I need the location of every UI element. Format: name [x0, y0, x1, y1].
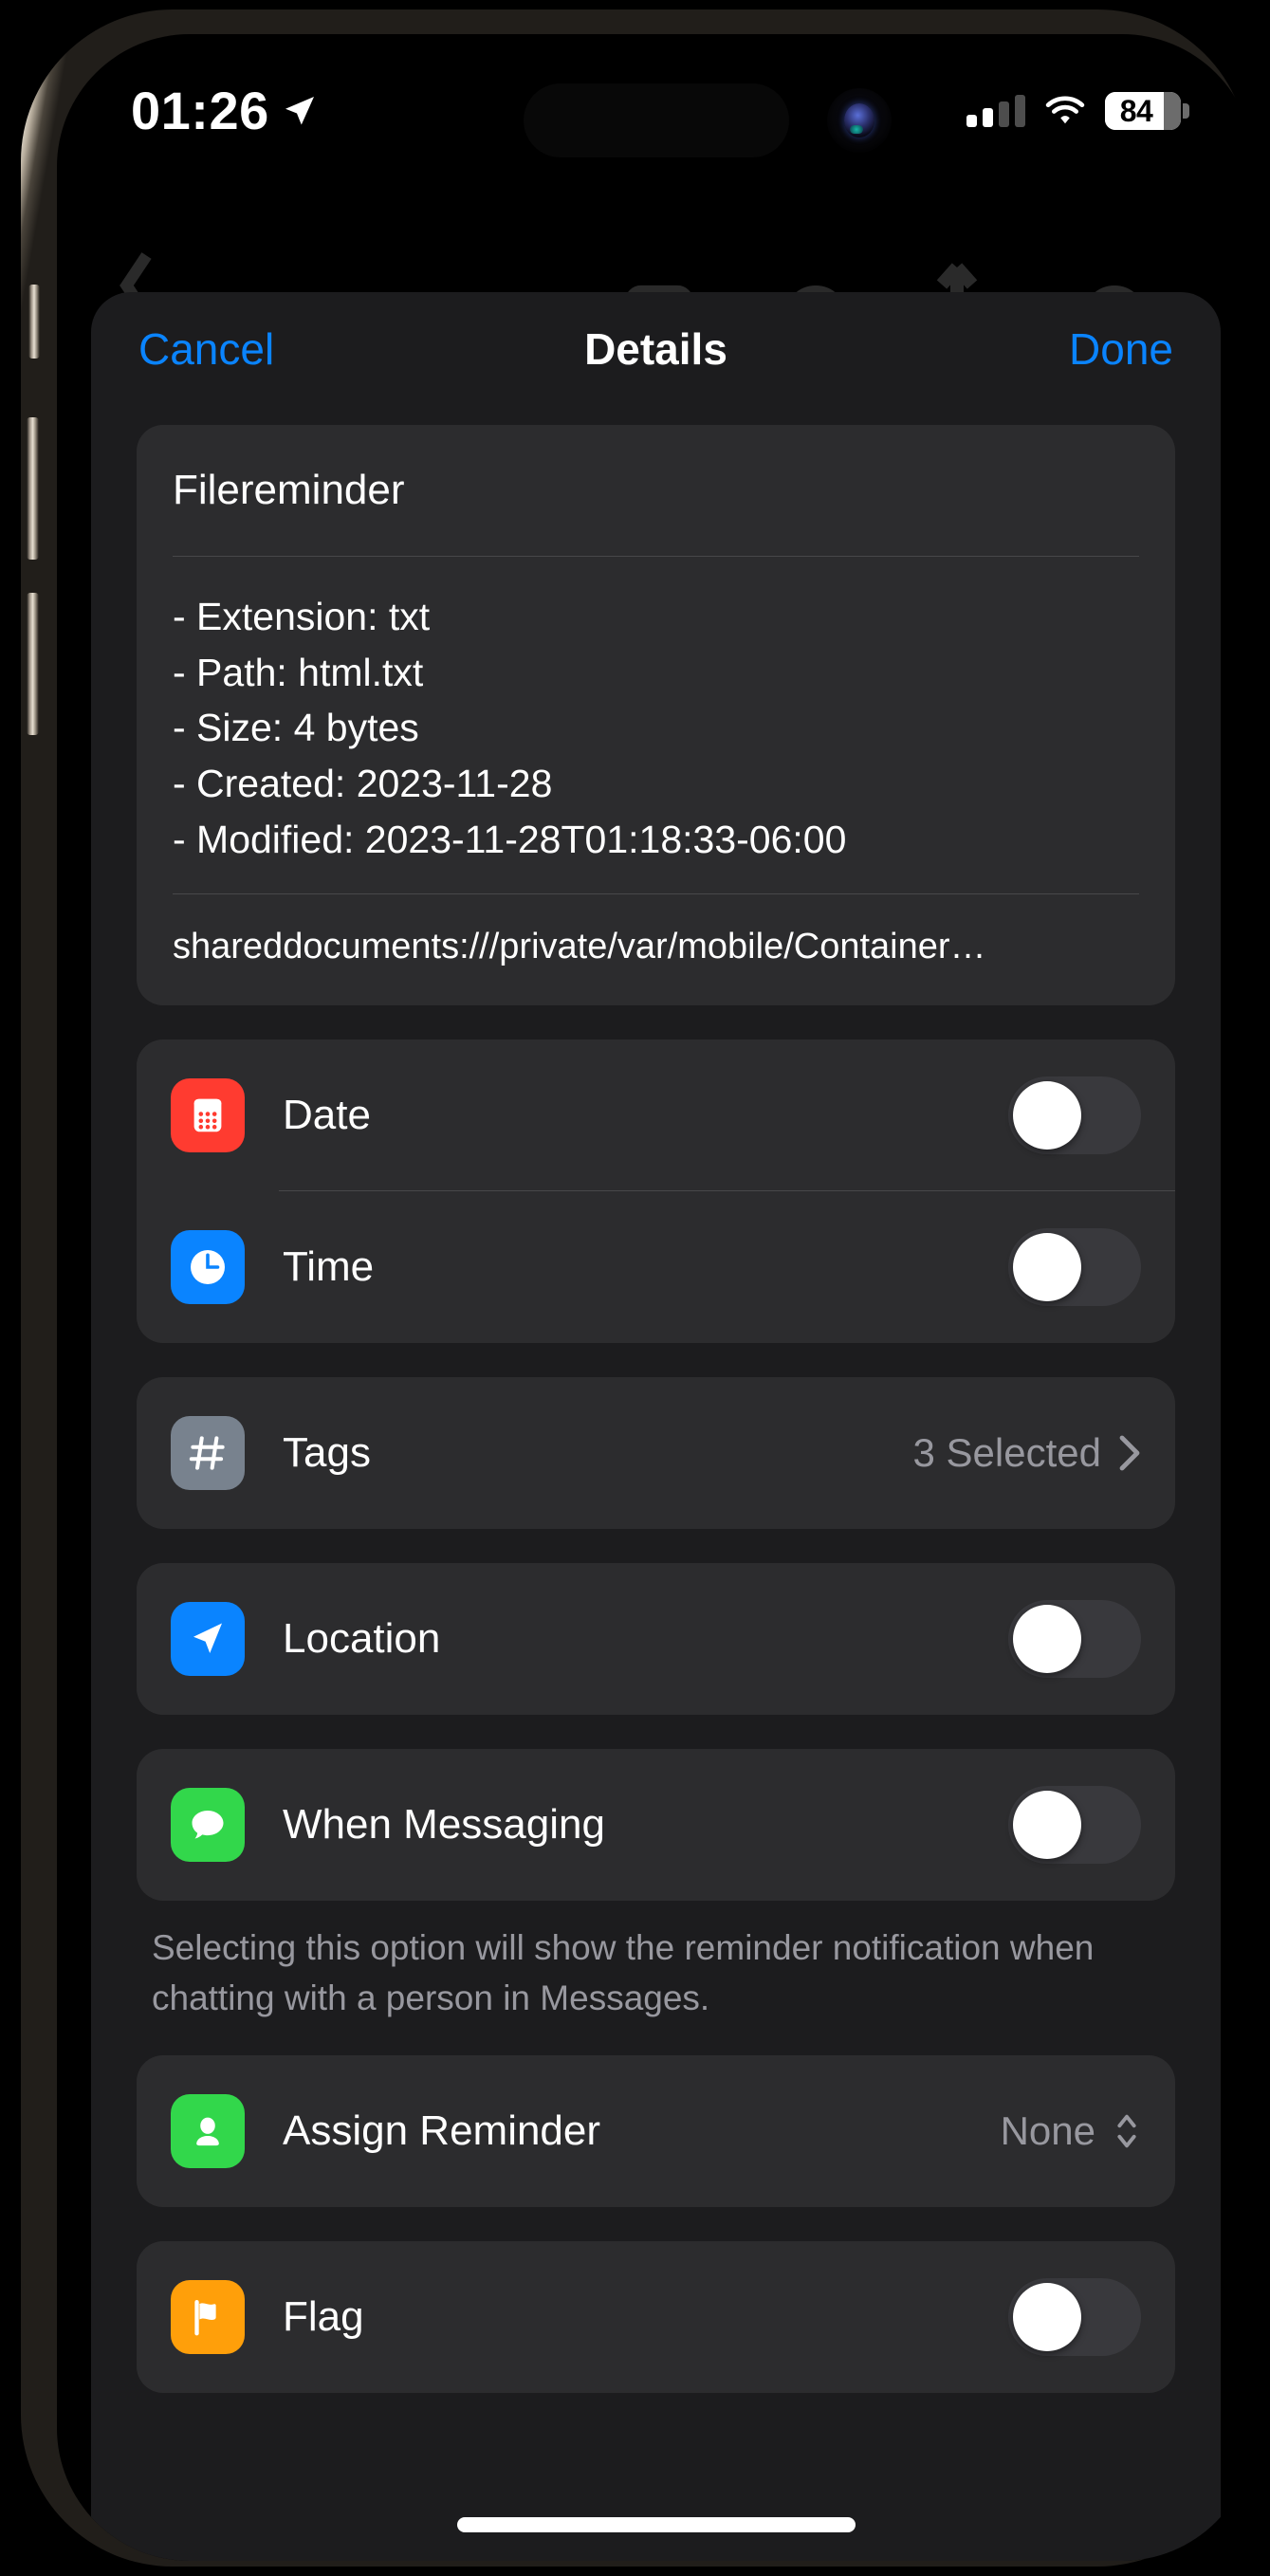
navigation-bar: Cancel Details Done [91, 292, 1221, 406]
row-label-when-messaging: When Messaging [283, 1801, 605, 1849]
row-flag[interactable]: Flag [137, 2241, 1175, 2393]
volume-up-button[interactable] [27, 417, 39, 560]
details-scroll-area: Filereminder - Extension: txt - Path: ht… [91, 425, 1221, 2394]
time-toggle[interactable] [1008, 1228, 1141, 1307]
file-info-card: Filereminder - Extension: txt - Path: ht… [137, 425, 1175, 1006]
row-label-location: Location [283, 1615, 441, 1663]
row-time[interactable]: Time [137, 1191, 1175, 1343]
cellular-signal-icon [966, 95, 1025, 127]
row-label-assign-reminder: Assign Reminder [283, 2107, 601, 2155]
row-location[interactable]: Location [137, 1563, 1175, 1715]
row-tags[interactable]: Tags 3 Selected [137, 1377, 1175, 1529]
front-camera-icon [826, 88, 892, 153]
when-messaging-card: When Messaging [137, 1749, 1175, 1902]
assign-reminder-value: None [1000, 2108, 1095, 2154]
flag-card: Flag [137, 2241, 1175, 2394]
row-label-tags: Tags [283, 1429, 371, 1477]
file-metadata-list: - Extension: txt - Path: html.txt - Size… [173, 557, 1139, 893]
hash-icon [171, 1416, 245, 1491]
status-time-group: 01:26 [131, 80, 317, 141]
up-down-chevron-icon [1117, 2114, 1136, 2148]
phone-screen: 01:26 84 Cancel Details Done Filereminde… [57, 34, 1255, 2561]
assign-reminder-card: Assign Reminder None [137, 2055, 1175, 2208]
home-indicator[interactable] [456, 2517, 856, 2532]
calendar-icon [171, 1078, 245, 1153]
location-card: Location [137, 1563, 1175, 1716]
metadata-line: - Path: html.txt [173, 650, 424, 694]
date-toggle[interactable] [1008, 1076, 1141, 1155]
row-assign-reminder[interactable]: Assign Reminder None [137, 2055, 1175, 2207]
flag-toggle[interactable] [1008, 2278, 1141, 2357]
file-url: shareddocuments:///private/var/mobile/Co… [173, 927, 986, 967]
metadata-line: - Size: 4 bytes [173, 706, 419, 750]
row-date[interactable]: Date [137, 1040, 1175, 1192]
status-bar: 01:26 84 [57, 34, 1255, 210]
when-messaging-footer-note: Selecting this option will show the remi… [152, 1928, 1095, 2017]
status-indicators: 84 [966, 83, 1189, 138]
done-button[interactable]: Done [1069, 323, 1173, 375]
file-title: Filereminder [173, 467, 405, 513]
metadata-line: - Created: 2023-11-28 [173, 761, 553, 805]
tags-card: Tags 3 Selected [137, 1377, 1175, 1530]
row-label-flag: Flag [283, 2293, 364, 2341]
metadata-line: - Modified: 2023-11-28T01:18:33-06:00 [173, 817, 847, 861]
volume-down-button[interactable] [27, 593, 39, 735]
row-label-time: Time [283, 1243, 375, 1291]
battery-icon: 84 [1105, 92, 1189, 130]
battery-percent-label: 84 [1119, 93, 1153, 128]
silent-switch[interactable] [28, 285, 40, 359]
location-toggle[interactable] [1008, 1600, 1141, 1679]
chevron-right-icon [1119, 1435, 1140, 1471]
dynamic-island [523, 83, 789, 157]
metadata-line: - Extension: txt [173, 595, 431, 638]
wifi-icon [1045, 96, 1085, 124]
date-time-card: Date Time [137, 1040, 1175, 1344]
phone-frame: 01:26 84 Cancel Details Done Filereminde… [21, 9, 1255, 2567]
message-bubble-icon [171, 1788, 245, 1863]
clock-icon [171, 1230, 245, 1305]
status-time: 01:26 [131, 81, 269, 140]
person-icon [171, 2094, 245, 2169]
location-arrow-icon [171, 1602, 245, 1677]
row-when-messaging[interactable]: When Messaging [137, 1749, 1175, 1901]
flag-icon [171, 2280, 245, 2355]
location-arrow-icon [285, 96, 314, 125]
row-label-date: Date [283, 1092, 371, 1139]
cancel-button[interactable]: Cancel [138, 323, 274, 375]
tags-value: 3 Selected [912, 1430, 1101, 1476]
when-messaging-toggle[interactable] [1008, 1786, 1141, 1865]
details-sheet: Cancel Details Done Filereminder - Exten… [91, 292, 1221, 2561]
